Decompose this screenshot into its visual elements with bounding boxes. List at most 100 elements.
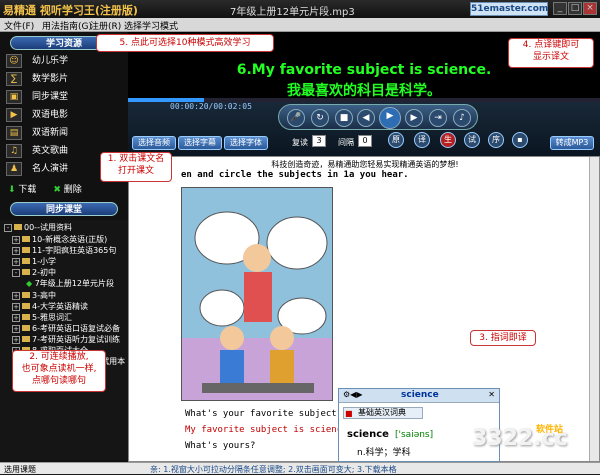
expander-icon[interactable]: +: [12, 236, 20, 244]
download-button[interactable]: 下载: [18, 185, 36, 195]
tree-item[interactable]: -2-初中: [12, 267, 56, 278]
tree-item-selected[interactable]: ◆ 7年级上册12单元片段: [26, 278, 114, 289]
dictionary-definition: n.科学；学科: [357, 448, 411, 458]
left-panel: 学习资源 ☺ 幼儿乐学 ∑ 数学影片 ▣ 同步课堂 ▶ 双语电影 ▤ 双语新闻 …: [0, 32, 128, 462]
time-readout: 00:00:20/00:02:05: [170, 102, 252, 111]
expander-icon[interactable]: -: [12, 269, 20, 277]
resource-item-kids[interactable]: 幼儿乐学: [32, 53, 122, 69]
tree-item[interactable]: +4-大学英语精读: [12, 301, 88, 312]
lesson-icon: ◆: [26, 279, 33, 288]
maximize-button[interactable]: □: [568, 2, 582, 15]
news-icon: ▤: [6, 126, 22, 140]
folder-icon: [14, 224, 22, 230]
brand-badge[interactable]: 51emaster.com: [470, 2, 548, 16]
status-bar: 选用课题 亲: 1.视窗大小可拉动分隔条任意调整; 2.双击画面可变大; 3.下…: [0, 462, 600, 474]
tree-item[interactable]: +1-小学: [12, 256, 56, 267]
tree-item[interactable]: +7-考研英语听力复试训练: [12, 334, 120, 345]
select-audio-button[interactable]: 选择音频: [132, 136, 176, 150]
menu-file[interactable]: 文件(F): [4, 19, 34, 32]
microphone-icon[interactable]: 🎤: [287, 109, 305, 127]
stop-icon[interactable]: ■: [335, 109, 353, 127]
dictionary-toolbar: ⚙◀▶ science ✕: [339, 389, 499, 403]
word-button[interactable]: 生: [440, 132, 456, 148]
app-logo: 易精通 视听学习王(注册版): [3, 4, 138, 17]
select-subtitle-button[interactable]: 选择字幕: [178, 136, 222, 150]
window-title: 7年级上册12单元片段.mp3: [230, 7, 355, 18]
speech-icon: ♟: [6, 162, 22, 176]
folder-icon: [22, 292, 30, 298]
interval-input[interactable]: 0: [358, 135, 372, 147]
tree-item[interactable]: +10-新概念英语(正版): [12, 234, 107, 245]
volume-icon[interactable]: ♪: [453, 109, 471, 127]
play-icon[interactable]: ▶: [379, 107, 401, 129]
resource-item-classroom[interactable]: 同步课堂: [32, 89, 122, 105]
classroom-illustration: [182, 188, 332, 400]
expander-icon[interactable]: -: [4, 224, 12, 232]
course-tree: -00--试用资料 +10-新概念英语(正版) +11-宇阳疯狂英语365句 +…: [0, 220, 128, 460]
lyric-chinese: 我最喜欢的科目是科学。: [287, 83, 441, 99]
expander-icon[interactable]: +: [12, 247, 20, 255]
callout-mode: 5. 点此可选择10种模式高效学习: [96, 34, 274, 52]
resource-item-math[interactable]: 数学影片: [32, 71, 122, 87]
folder-icon: [22, 336, 30, 342]
sentence-followup[interactable]: What's yours?: [185, 441, 255, 451]
translate-button[interactable]: 译: [414, 132, 430, 148]
expander-icon[interactable]: +: [12, 303, 20, 311]
minimize-button[interactable]: _: [553, 2, 567, 15]
close-button[interactable]: ×: [583, 2, 597, 15]
sequence-button[interactable]: 序: [488, 132, 504, 148]
movie-icon: ▶: [6, 108, 22, 122]
next-icon[interactable]: ▶: [405, 109, 423, 127]
tree-item[interactable]: +6-考研英语口语复试必备: [12, 323, 120, 334]
expander-icon[interactable]: +: [12, 314, 20, 322]
tree-item[interactable]: +3-高中: [12, 290, 56, 301]
callout-playback: 2. 可连续播放, 也可象点读机一样, 点哪句读哪句: [12, 350, 106, 392]
watermark-subtitle: 软件站: [536, 425, 564, 435]
repeat-count-input[interactable]: 3: [312, 135, 326, 147]
menu-register[interactable]: 注册(R): [90, 19, 121, 32]
transport-bar: 🎤 ↻ ■ ◀ ▶ ▶ ⇥ ♪: [278, 104, 478, 130]
convert-mp3-button[interactable]: 转成MP3: [550, 136, 594, 150]
download-icon: ⬇: [8, 185, 16, 195]
folder-icon: [22, 314, 30, 320]
menu-mode[interactable]: 选择学习模式: [124, 19, 178, 32]
menu-guide[interactable]: 用法指南(G): [42, 19, 92, 32]
dictionary-tab[interactable]: 基础英汉词典: [343, 407, 423, 419]
resource-item-news[interactable]: 双语新闻: [32, 125, 122, 141]
save-icon[interactable]: ▪: [512, 132, 528, 148]
expander-icon[interactable]: +: [12, 325, 20, 333]
callout-open-lesson: 1. 双击课文名 打开课文: [100, 152, 172, 182]
repeat-icon[interactable]: ↻: [311, 109, 329, 127]
close-icon[interactable]: ✕: [488, 390, 495, 399]
tree-item[interactable]: +5-雅思词汇: [12, 312, 72, 323]
dictionary-query-word[interactable]: science: [401, 390, 439, 400]
sentence-question[interactable]: What's your favorite subject?: [185, 409, 342, 419]
callout-translate: 4. 点译键即可 显示译文: [508, 38, 594, 68]
folder-icon: [22, 325, 30, 331]
music-icon: ♫: [6, 144, 22, 158]
interval-label: 间隔: [338, 138, 354, 147]
dictionary-tools-icon[interactable]: ⚙◀▶: [343, 390, 362, 399]
expander-icon[interactable]: +: [12, 336, 20, 344]
forward-icon[interactable]: ⇥: [429, 109, 447, 127]
sentence-current[interactable]: My favorite subject is science.: [185, 425, 353, 435]
previous-icon[interactable]: ◀: [357, 109, 375, 127]
delete-button[interactable]: 删除: [64, 185, 82, 195]
status-left: 选用课题: [4, 465, 36, 474]
folder-icon: [22, 269, 30, 275]
math-icon: ∑: [6, 72, 22, 86]
tree-item[interactable]: +11-宇阳疯狂英语365句: [12, 245, 116, 256]
expander-icon[interactable]: +: [12, 258, 20, 266]
status-tip: 亲: 1.视窗大小可拉动分隔条任意调整; 2.双击画面可变大; 3.下载本格: [150, 465, 397, 474]
test-button[interactable]: 试: [464, 132, 480, 148]
download-row: ⬇ 下载 ✖ 删除: [8, 182, 82, 195]
content-scrollbar[interactable]: [589, 157, 599, 461]
original-button[interactable]: 原: [388, 132, 404, 148]
delete-icon: ✖: [53, 185, 61, 195]
sync-header: 同步课堂: [10, 202, 118, 216]
menu-bar: 文件(F) 用法指南(G) 注册(R) 选择学习模式: [0, 18, 600, 32]
expander-icon[interactable]: +: [12, 292, 20, 300]
resource-item-movies[interactable]: 双语电影: [32, 107, 122, 123]
select-font-button[interactable]: 选择字体: [224, 136, 268, 150]
tree-item[interactable]: -00--试用资料: [4, 222, 72, 233]
